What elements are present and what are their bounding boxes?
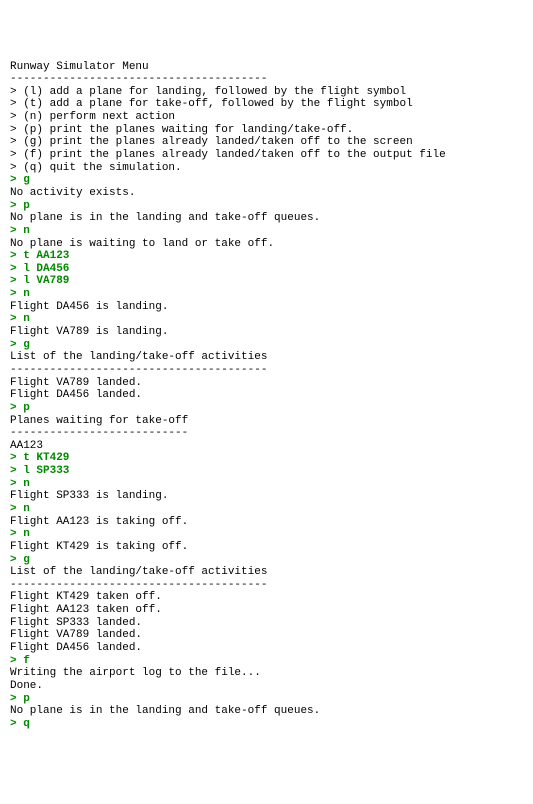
terminal-output-line: > (p) print the planes waiting for landi… (10, 124, 523, 137)
terminal-output-line: No plane is in the landing and take-off … (10, 705, 523, 718)
terminal-input-line: > p (10, 200, 523, 213)
terminal-output-line: > (f) print the planes already landed/ta… (10, 149, 523, 162)
terminal-output-line: AA123 (10, 440, 523, 453)
terminal-input-line: > n (10, 225, 523, 238)
terminal-output-line: > (g) print the planes already landed/ta… (10, 136, 523, 149)
terminal-output-line: --------------------------- (10, 427, 523, 440)
terminal-input-line: > l VA789 (10, 275, 523, 288)
terminal-input-line: > t KT429 (10, 452, 523, 465)
terminal-input-line: > n (10, 288, 523, 301)
terminal-output-line: List of the landing/take-off activities (10, 351, 523, 364)
terminal-input-line: > n (10, 478, 523, 491)
terminal-output-line: No activity exists. (10, 187, 523, 200)
terminal-output-line: Flight SP333 landed. (10, 617, 523, 630)
terminal-input-line: > n (10, 528, 523, 541)
terminal-output-line: No plane is in the landing and take-off … (10, 212, 523, 225)
terminal-output-line: Flight VA789 is landing. (10, 326, 523, 339)
terminal-output-line: Flight AA123 taken off. (10, 604, 523, 617)
terminal-output-line: Flight DA456 is landing. (10, 301, 523, 314)
terminal-input-line: > n (10, 503, 523, 516)
terminal-output-line: --------------------------------------- (10, 73, 523, 86)
terminal-output-line: > (l) add a plane for landing, followed … (10, 86, 523, 99)
terminal-input-line: > p (10, 693, 523, 706)
terminal-output-line: Flight AA123 is taking off. (10, 516, 523, 529)
terminal-input-line: > f (10, 655, 523, 668)
terminal-output-line: Flight DA456 landed. (10, 389, 523, 402)
terminal-output-line: > (q) quit the simulation. (10, 162, 523, 175)
terminal-input-line: > n (10, 313, 523, 326)
terminal-output-line: Flight DA456 landed. (10, 642, 523, 655)
terminal-input-line: > g (10, 174, 523, 187)
terminal-output-line: > (n) perform next action (10, 111, 523, 124)
terminal-output-line: Writing the airport log to the file... (10, 667, 523, 680)
terminal-output-line: --------------------------------------- (10, 364, 523, 377)
terminal-input-line: > l DA456 (10, 263, 523, 276)
terminal-input-line: > t AA123 (10, 250, 523, 263)
terminal-output-line: Runway Simulator Menu (10, 61, 523, 74)
terminal-output-line: Flight VA789 landed. (10, 377, 523, 390)
terminal-input-line: > l SP333 (10, 465, 523, 478)
terminal-input-line: > g (10, 554, 523, 567)
terminal-output: Runway Simulator Menu-------------------… (10, 61, 523, 731)
terminal-output-line: Flight SP333 is landing. (10, 490, 523, 503)
terminal-output-line: No plane is waiting to land or take off. (10, 238, 523, 251)
terminal-output-line: List of the landing/take-off activities (10, 566, 523, 579)
terminal-output-line: Flight KT429 is taking off. (10, 541, 523, 554)
terminal-input-line: > p (10, 402, 523, 415)
terminal-output-line: Flight KT429 taken off. (10, 591, 523, 604)
terminal-input-line: > g (10, 339, 523, 352)
terminal-input-line: > q (10, 718, 523, 731)
terminal-output-line: Planes waiting for take-off (10, 415, 523, 428)
terminal-output-line: Flight VA789 landed. (10, 629, 523, 642)
terminal-output-line: > (t) add a plane for take-off, followed… (10, 98, 523, 111)
terminal-output-line: Done. (10, 680, 523, 693)
